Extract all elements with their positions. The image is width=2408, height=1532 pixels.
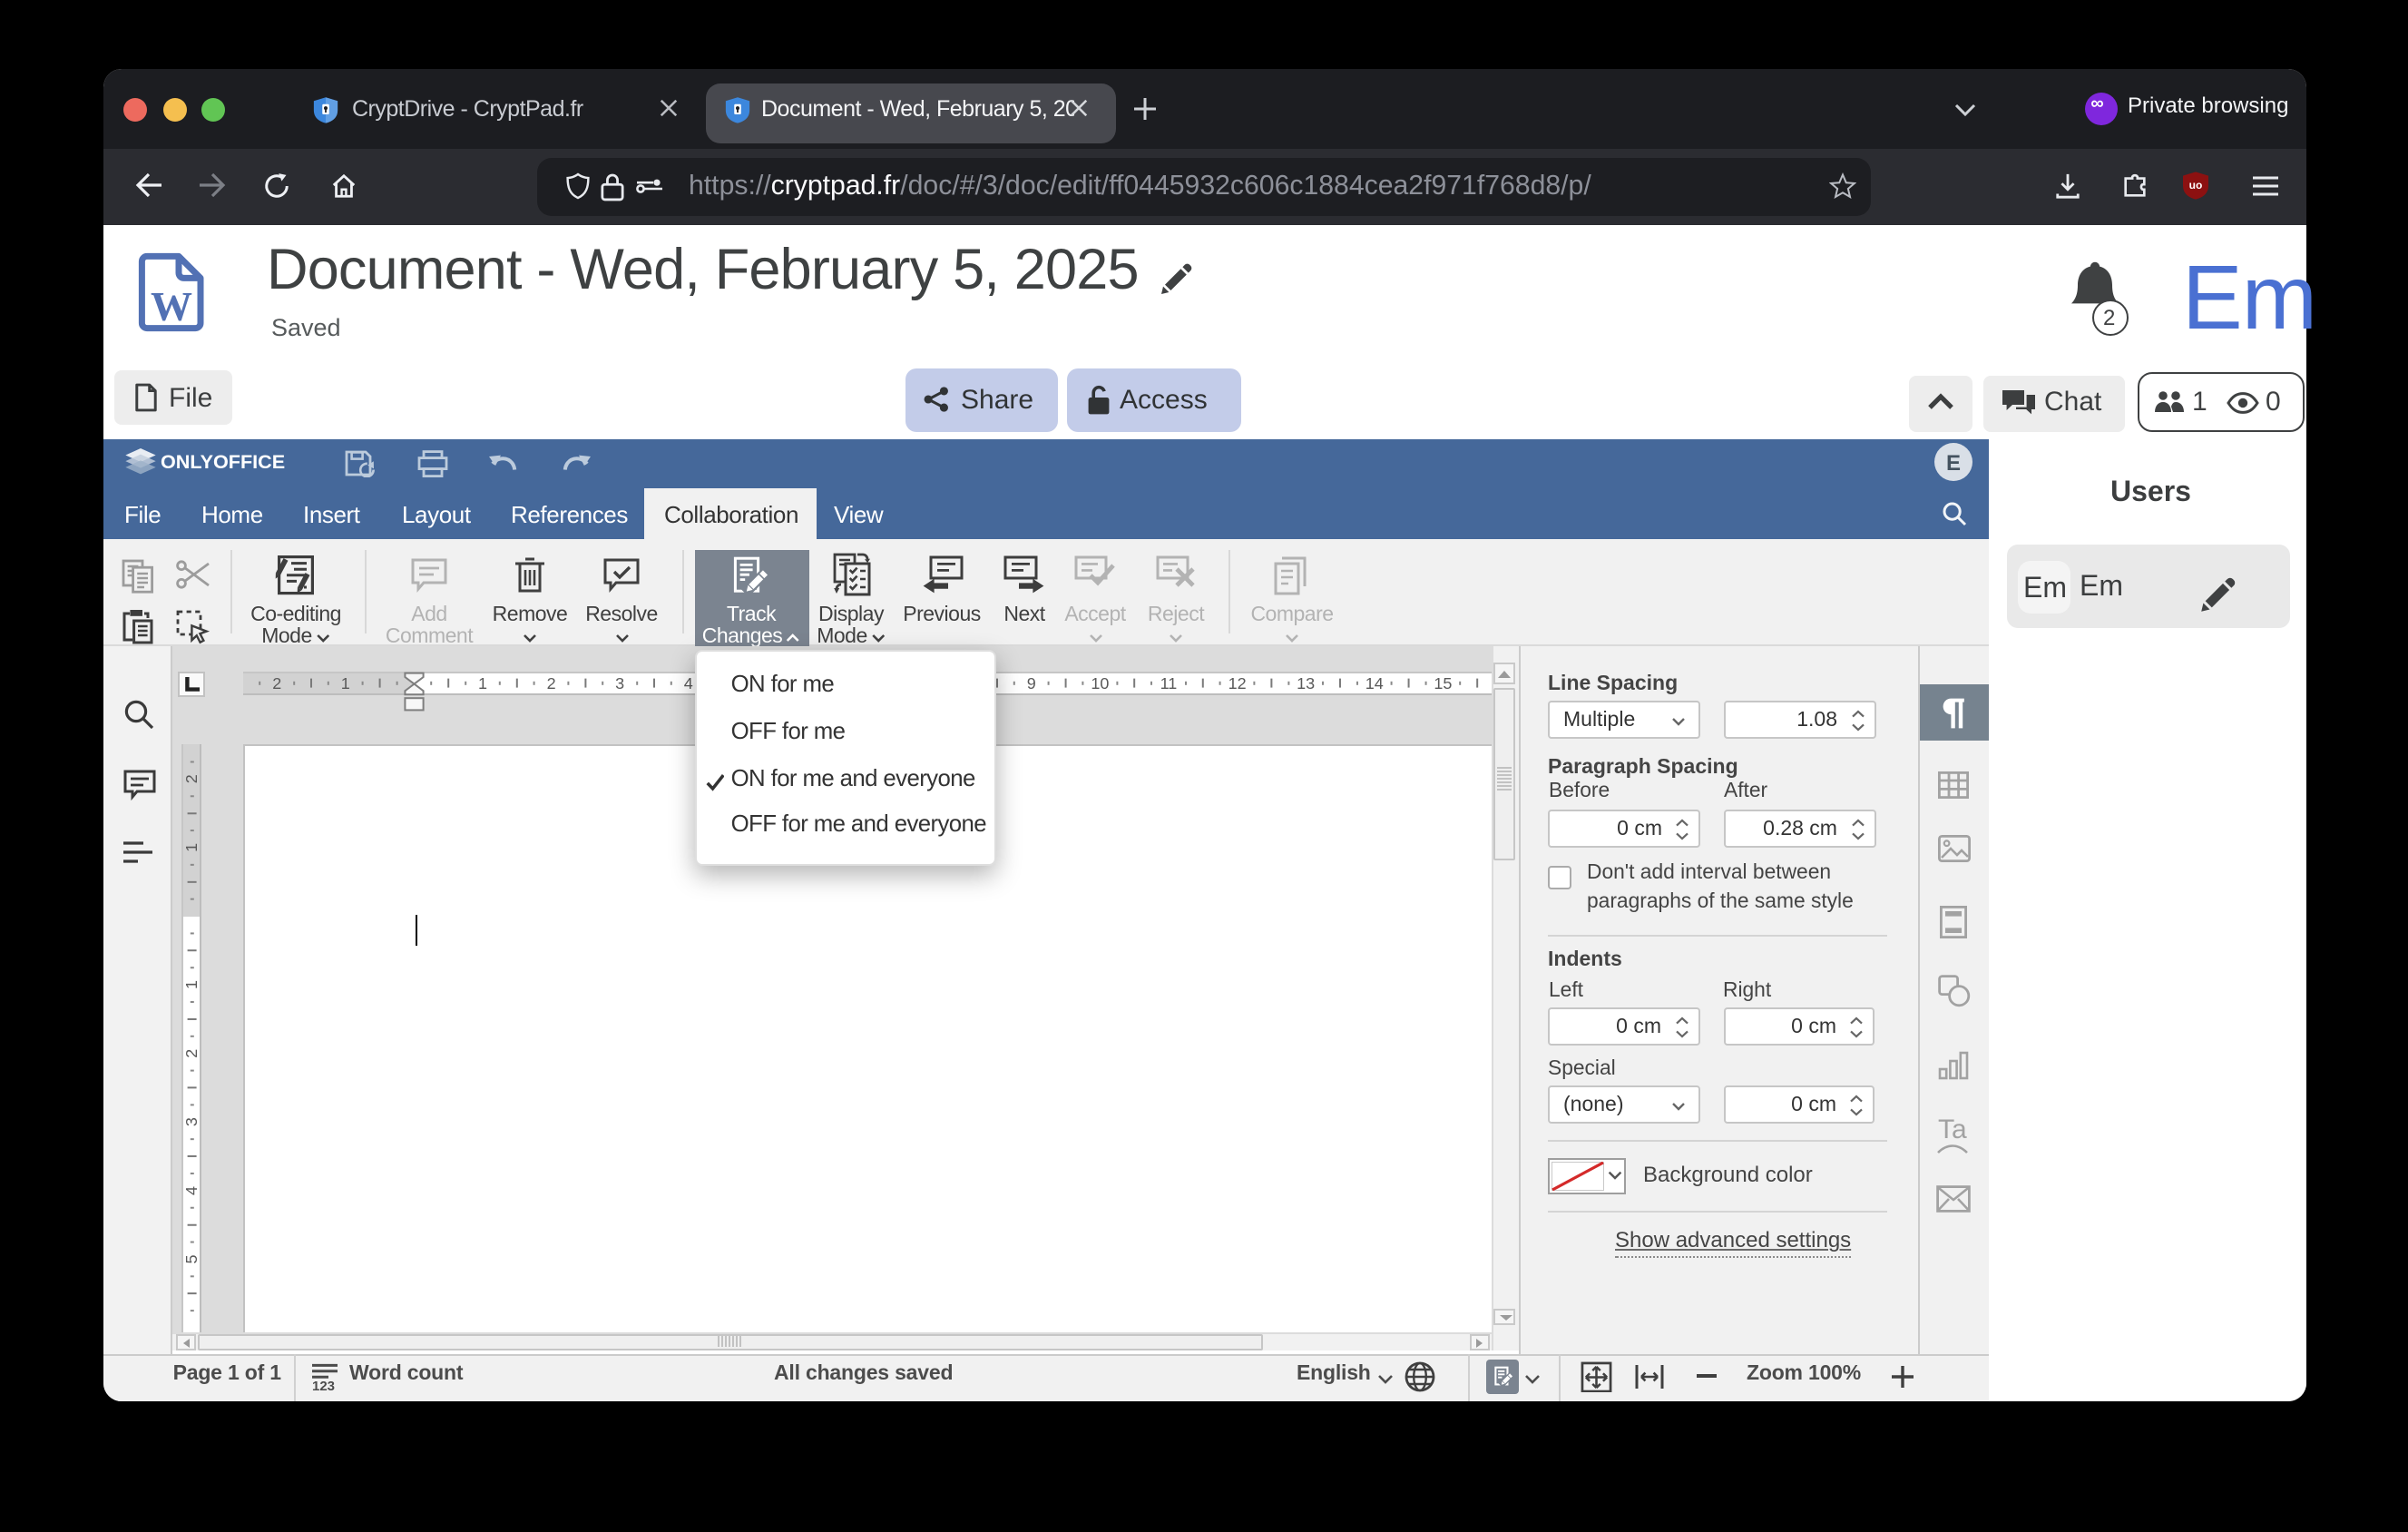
svg-text:11: 11 — [1160, 673, 1177, 692]
svg-text:12: 12 — [1228, 673, 1246, 692]
svg-text:13: 13 — [1297, 673, 1315, 692]
svg-text:1: 1 — [340, 673, 349, 692]
svg-text:2: 2 — [272, 673, 281, 692]
svg-text:15: 15 — [1434, 673, 1452, 692]
svg-text:1: 1 — [181, 842, 200, 851]
svg-text:123: 123 — [312, 1379, 335, 1390]
svg-text:3: 3 — [615, 673, 624, 692]
svg-text:2: 2 — [181, 1048, 200, 1057]
svg-text:3: 3 — [181, 1117, 200, 1126]
svg-text:9: 9 — [1026, 673, 1035, 692]
svg-text:uo: uo — [2189, 179, 2203, 192]
svg-text:2: 2 — [181, 774, 200, 783]
svg-text:1: 1 — [478, 673, 487, 692]
svg-text:2: 2 — [546, 673, 555, 692]
svg-text:4: 4 — [181, 1185, 200, 1194]
svg-text:14: 14 — [1365, 673, 1383, 692]
svg-text:W: W — [150, 283, 191, 329]
svg-text:1: 1 — [181, 980, 200, 989]
svg-text:10: 10 — [1091, 673, 1109, 692]
svg-text:5: 5 — [181, 1254, 200, 1263]
svg-text:4: 4 — [683, 673, 692, 692]
